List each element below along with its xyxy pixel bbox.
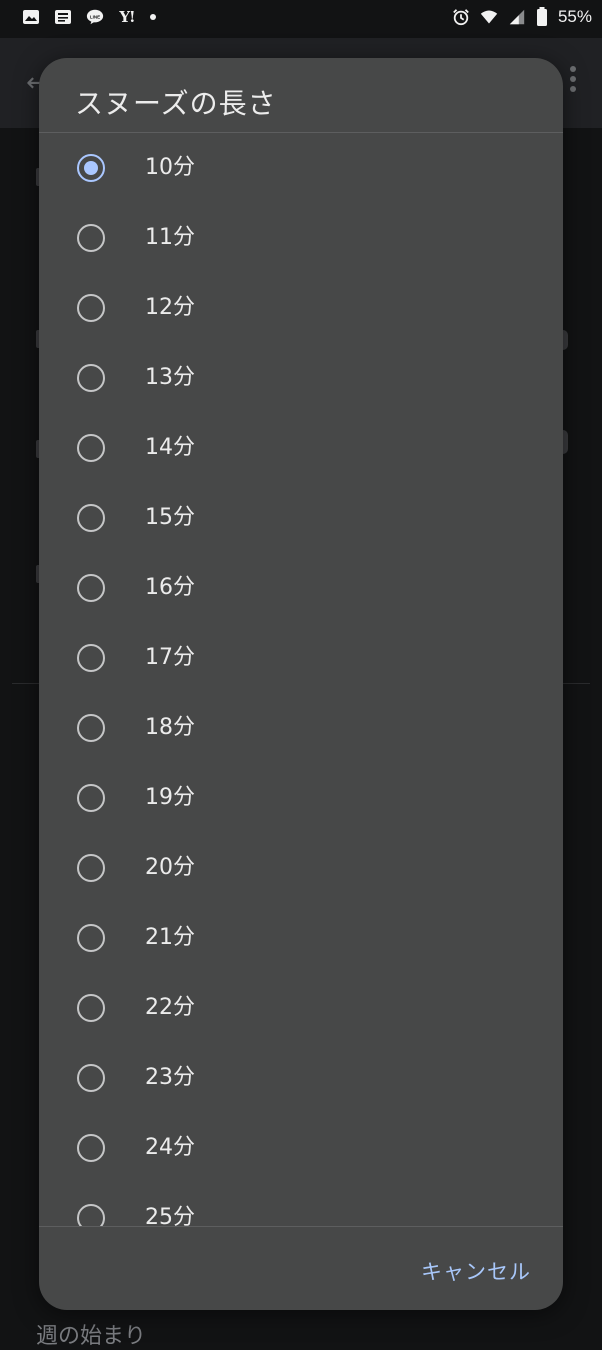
battery-icon: [536, 7, 548, 26]
snooze-option[interactable]: 22分: [39, 973, 563, 1043]
radio-unchecked-icon[interactable]: [77, 224, 105, 252]
image-icon: [22, 8, 40, 26]
radio-unchecked-icon[interactable]: [77, 504, 105, 532]
notification-dot-icon: [150, 14, 156, 20]
snooze-option-label: 14分: [145, 435, 195, 460]
radio-unchecked-icon[interactable]: [77, 1134, 105, 1162]
svg-text:LINE: LINE: [90, 14, 100, 19]
snooze-option[interactable]: 23分: [39, 1043, 563, 1113]
snooze-option[interactable]: 14分: [39, 413, 563, 483]
dialog-title: スヌーズの長さ: [75, 87, 277, 120]
radio-unchecked-icon[interactable]: [77, 924, 105, 952]
snooze-option[interactable]: 12分: [39, 273, 563, 343]
snooze-option[interactable]: 15分: [39, 483, 563, 553]
cancel-button[interactable]: キャンセル: [415, 1250, 537, 1292]
snooze-option-label: 13分: [145, 365, 195, 390]
radio-unchecked-icon[interactable]: [77, 1204, 105, 1226]
snooze-option-label: 25分: [145, 1205, 195, 1226]
bottom-divider: [39, 1226, 563, 1227]
background-toggle: [563, 430, 568, 454]
snooze-option[interactable]: 11分: [39, 203, 563, 273]
snooze-option-label: 23分: [145, 1065, 195, 1090]
snooze-options-list[interactable]: 10分 11分 12分 13分 14分 15分 16分 17分 18分 19分 20分 21分 22分 2…: [39, 133, 563, 1226]
radio-unchecked-icon[interactable]: [77, 994, 105, 1022]
snooze-option[interactable]: 24分: [39, 1113, 563, 1183]
battery-percent: 55%: [557, 7, 592, 26]
snooze-option[interactable]: 16分: [39, 553, 563, 623]
snooze-option[interactable]: 18分: [39, 693, 563, 763]
line-app-icon: LINE: [86, 8, 104, 26]
radio-unchecked-icon[interactable]: [77, 574, 105, 602]
snooze-option-label: 22分: [145, 995, 195, 1020]
snooze-option[interactable]: 19分: [39, 763, 563, 833]
week-start-setting-label[interactable]: 週の始まり: [36, 1318, 146, 1350]
radio-unchecked-icon[interactable]: [77, 1064, 105, 1092]
snooze-option-label: 10分: [145, 155, 195, 180]
snooze-length-dialog: スヌーズの長さ 10分 11分 12分 13分 14分 15分 16分 17分 18分 19分 20…: [39, 58, 563, 1310]
snooze-option-label: 21分: [145, 925, 195, 950]
snooze-option[interactable]: 20分: [39, 833, 563, 903]
snooze-option[interactable]: 25分: [39, 1183, 563, 1226]
more-options-icon[interactable]: [570, 66, 576, 96]
background-toggle: [563, 330, 568, 350]
snooze-option-label: 15分: [145, 505, 195, 530]
news-icon: [54, 8, 72, 26]
radio-unchecked-icon[interactable]: [77, 644, 105, 672]
alarm-icon: [452, 8, 470, 26]
snooze-option-label: 24分: [145, 1135, 195, 1160]
snooze-option-label: 12分: [145, 295, 195, 320]
radio-unchecked-icon[interactable]: [77, 714, 105, 742]
snooze-option-label: 11分: [145, 225, 195, 250]
radio-dot: [84, 161, 98, 175]
signal-icon: [508, 8, 526, 26]
status-bar: LINE Y! 55%: [0, 0, 602, 38]
snooze-option-label: 20分: [145, 855, 195, 880]
snooze-option-label: 18分: [145, 715, 195, 740]
radio-checked-icon[interactable]: [77, 154, 105, 182]
snooze-option-label: 17分: [145, 645, 195, 670]
radio-unchecked-icon[interactable]: [77, 784, 105, 812]
snooze-option[interactable]: 17分: [39, 623, 563, 693]
radio-unchecked-icon[interactable]: [77, 364, 105, 392]
snooze-option[interactable]: 10分: [39, 133, 563, 203]
snooze-option[interactable]: 13分: [39, 343, 563, 413]
yahoo-icon: Y!: [119, 8, 135, 26]
radio-unchecked-icon[interactable]: [77, 854, 105, 882]
radio-unchecked-icon[interactable]: [77, 434, 105, 462]
radio-unchecked-icon[interactable]: [77, 294, 105, 322]
snooze-option-label: 19分: [145, 785, 195, 810]
snooze-option[interactable]: 21分: [39, 903, 563, 973]
snooze-option-label: 16分: [145, 575, 195, 600]
wifi-icon: [480, 8, 498, 26]
